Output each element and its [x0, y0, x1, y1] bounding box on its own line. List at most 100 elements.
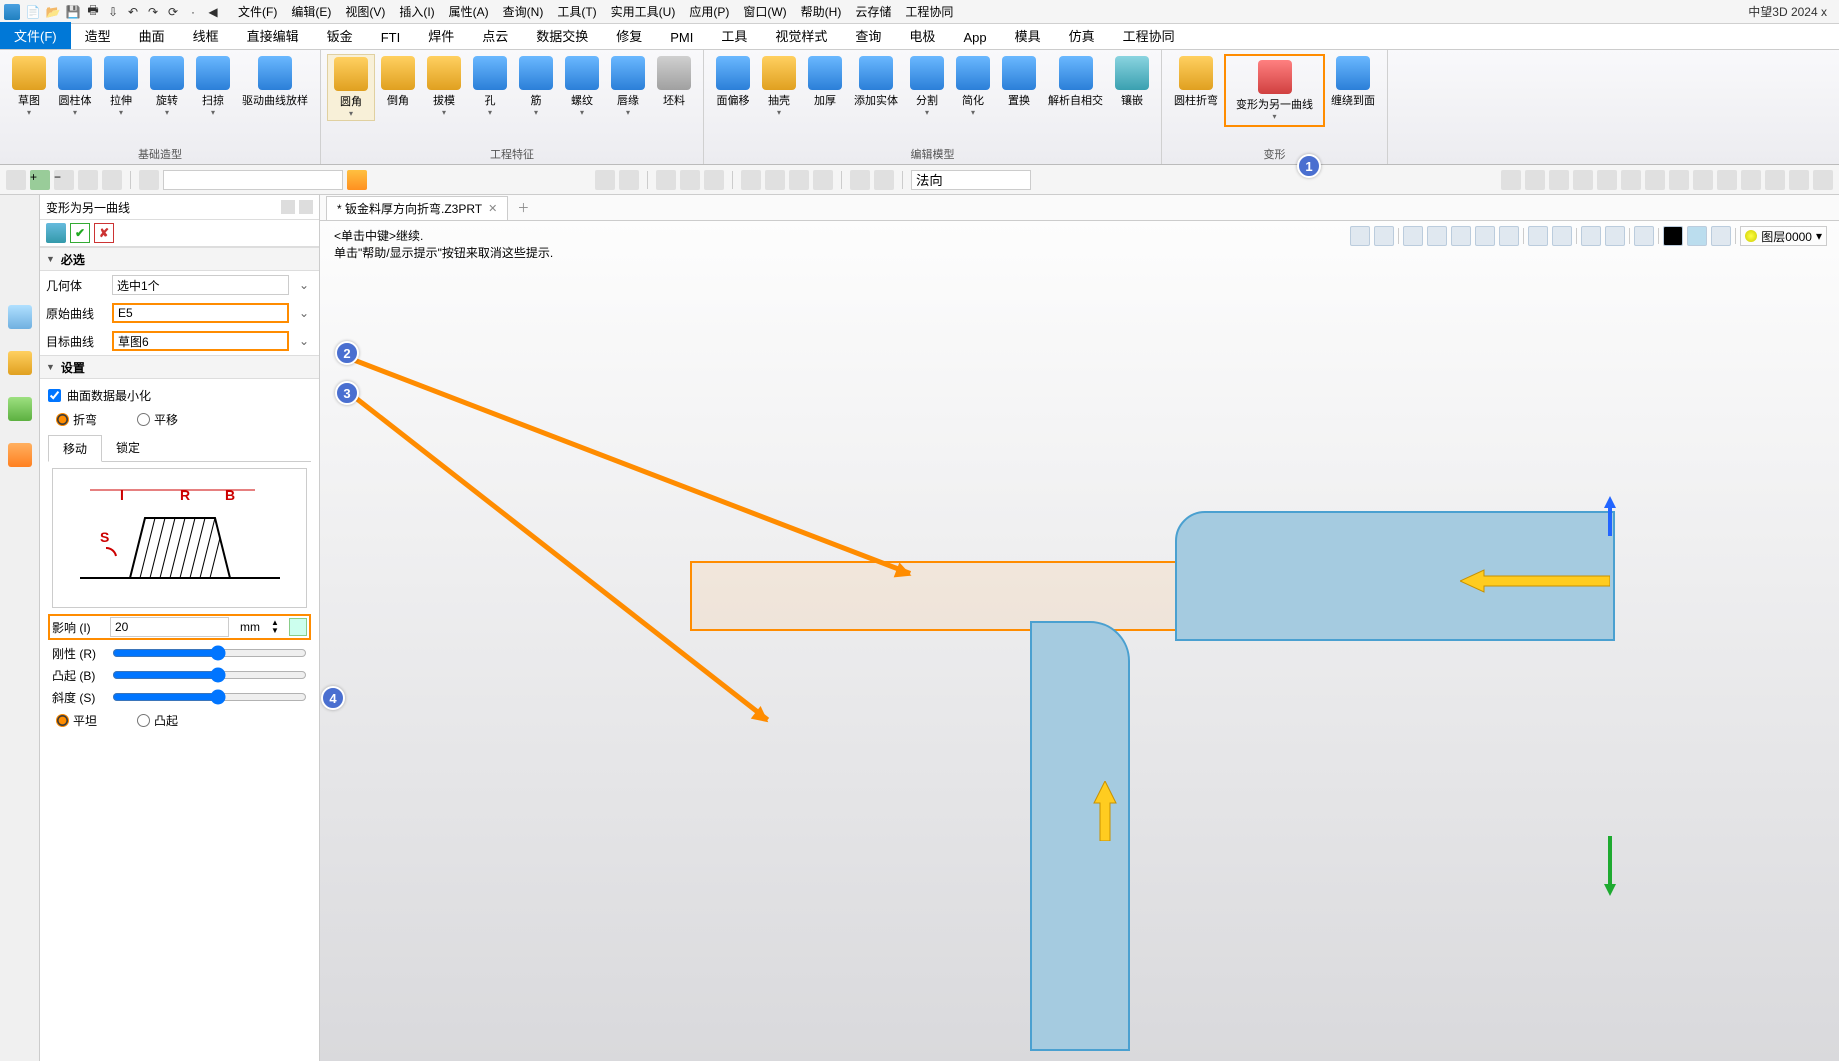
- chamfer-button[interactable]: 倒角: [375, 54, 421, 110]
- save-icon[interactable]: 💾: [64, 3, 82, 21]
- replace-button[interactable]: 置换: [996, 54, 1042, 110]
- ok-button[interactable]: ✔: [70, 223, 90, 243]
- snap-d-icon[interactable]: [1573, 170, 1593, 190]
- part-icon[interactable]: [8, 351, 32, 375]
- draft-button[interactable]: 拔模▾: [421, 54, 467, 119]
- vt-b-icon[interactable]: [1374, 226, 1394, 246]
- cylinder-bend-button[interactable]: 圆柱折弯: [1168, 54, 1224, 110]
- prev-icon[interactable]: ◀: [204, 3, 222, 21]
- stock-button[interactable]: 坯料: [651, 54, 697, 110]
- import-icon[interactable]: ⇩: [104, 3, 122, 21]
- lip-button[interactable]: 唇缘▾: [605, 54, 651, 119]
- rib-button[interactable]: 筋▾: [513, 54, 559, 119]
- undo2-icon[interactable]: [850, 170, 870, 190]
- color-black-icon[interactable]: [1663, 226, 1683, 246]
- filter-icon[interactable]: [139, 170, 159, 190]
- tab-surface[interactable]: 曲面: [125, 22, 179, 49]
- tab-directedit[interactable]: 直接编辑: [233, 22, 313, 49]
- normal-combo[interactable]: [911, 170, 1031, 190]
- vt-j-icon[interactable]: [1605, 226, 1625, 246]
- tool-f-icon[interactable]: [741, 170, 761, 190]
- menu-help[interactable]: 帮助(H): [797, 1, 846, 22]
- tool-e-icon[interactable]: [704, 170, 724, 190]
- print-icon[interactable]: 🖶: [84, 3, 102, 21]
- tab-mold[interactable]: 模具: [1001, 22, 1055, 49]
- split-button[interactable]: 分割▾: [904, 54, 950, 119]
- tab-wireframe[interactable]: 线框: [179, 22, 233, 49]
- convex-radio[interactable]: [137, 714, 150, 727]
- subtab-lock[interactable]: 锁定: [102, 435, 154, 461]
- target-dropdown-icon[interactable]: ⌄: [295, 334, 313, 348]
- tab-pointcloud[interactable]: 点云: [468, 22, 522, 49]
- vt-l-icon[interactable]: [1711, 226, 1731, 246]
- face-offset-button[interactable]: 面偏移: [710, 54, 756, 110]
- menu-file[interactable]: 文件(F): [234, 1, 281, 22]
- rigidity-slider[interactable]: [112, 645, 307, 661]
- menu-window[interactable]: 窗口(W): [739, 1, 790, 22]
- vt-a-icon[interactable]: [1350, 226, 1370, 246]
- tab-electrode[interactable]: 电极: [895, 22, 949, 49]
- tab-repair[interactable]: 修复: [602, 22, 656, 49]
- tool-g-icon[interactable]: [765, 170, 785, 190]
- new-file-icon[interactable]: 📄: [24, 3, 42, 21]
- user-icon[interactable]: [8, 443, 32, 467]
- tab-fti[interactable]: FTI: [367, 26, 415, 49]
- snap-e-icon[interactable]: [1597, 170, 1617, 190]
- cursor-icon[interactable]: [6, 170, 26, 190]
- tool-a-icon[interactable]: [595, 170, 615, 190]
- snap-g-icon[interactable]: [1645, 170, 1665, 190]
- menu-collab[interactable]: 工程协同: [901, 1, 957, 22]
- fillet-button[interactable]: 圆角▾: [327, 54, 375, 121]
- cancel-button[interactable]: ✘: [94, 223, 114, 243]
- minus-icon[interactable]: −: [54, 170, 74, 190]
- target-curve-field[interactable]: 草图6: [112, 331, 289, 351]
- color-light-icon[interactable]: [1687, 226, 1707, 246]
- vt-k-icon[interactable]: [1634, 226, 1654, 246]
- revolve-button[interactable]: 旋转▾: [144, 54, 190, 119]
- snap-k-icon[interactable]: [1741, 170, 1761, 190]
- mode-shift-radio[interactable]: [137, 413, 150, 426]
- history-tree-icon[interactable]: [8, 305, 32, 329]
- hole-button[interactable]: 孔▾: [467, 54, 513, 119]
- tab-sim[interactable]: 仿真: [1055, 22, 1109, 49]
- vt-d-icon[interactable]: [1427, 226, 1447, 246]
- snap-h-icon[interactable]: [1669, 170, 1689, 190]
- selection-icon[interactable]: [78, 170, 98, 190]
- vt-cube-icon[interactable]: [1451, 226, 1471, 246]
- snap-a-icon[interactable]: [1501, 170, 1521, 190]
- redo2-icon[interactable]: [874, 170, 894, 190]
- orig-dropdown-icon[interactable]: ⌄: [295, 306, 313, 320]
- menu-edit[interactable]: 编辑(E): [287, 1, 335, 22]
- measure-icon[interactable]: [289, 618, 307, 636]
- snap-n-icon[interactable]: [1813, 170, 1833, 190]
- undo-icon[interactable]: ↶: [124, 3, 142, 21]
- new-tab-button[interactable]: ＋: [514, 199, 532, 216]
- menu-view[interactable]: 视图(V): [341, 1, 389, 22]
- menu-utils[interactable]: 实用工具(U): [607, 1, 680, 22]
- vt-c-icon[interactable]: [1403, 226, 1423, 246]
- document-tab[interactable]: * 钣金料厚方向折弯.Z3PRT ✕: [326, 196, 508, 220]
- visual-icon[interactable]: [8, 397, 32, 421]
- open-file-icon[interactable]: 📂: [44, 3, 62, 21]
- tab-pmi[interactable]: PMI: [656, 26, 707, 49]
- section-settings[interactable]: 设置: [40, 355, 319, 379]
- menu-attr[interactable]: 属性(A): [445, 1, 493, 22]
- menu-cloud[interactable]: 云存储: [851, 1, 895, 22]
- orig-curve-field[interactable]: E5: [112, 303, 289, 323]
- simplify-button[interactable]: 简化▾: [950, 54, 996, 119]
- thread-button[interactable]: 螺纹▾: [559, 54, 605, 119]
- influence-spinner[interactable]: ▲▼: [271, 619, 285, 635]
- subtab-move[interactable]: 移动: [48, 435, 102, 462]
- sweep-button[interactable]: 扫掠▾: [190, 54, 236, 119]
- snap-b-icon[interactable]: [1525, 170, 1545, 190]
- tool-b-icon[interactable]: [619, 170, 639, 190]
- tab-exchange[interactable]: 数据交换: [522, 22, 602, 49]
- vt-f-icon[interactable]: [1499, 226, 1519, 246]
- vt-h-icon[interactable]: [1552, 226, 1572, 246]
- flat-radio[interactable]: [56, 714, 69, 727]
- tool-i-icon[interactable]: [813, 170, 833, 190]
- tool-c-icon[interactable]: [656, 170, 676, 190]
- tool-d-icon[interactable]: [680, 170, 700, 190]
- filter-input[interactable]: [163, 170, 343, 190]
- vt-g-icon[interactable]: [1528, 226, 1548, 246]
